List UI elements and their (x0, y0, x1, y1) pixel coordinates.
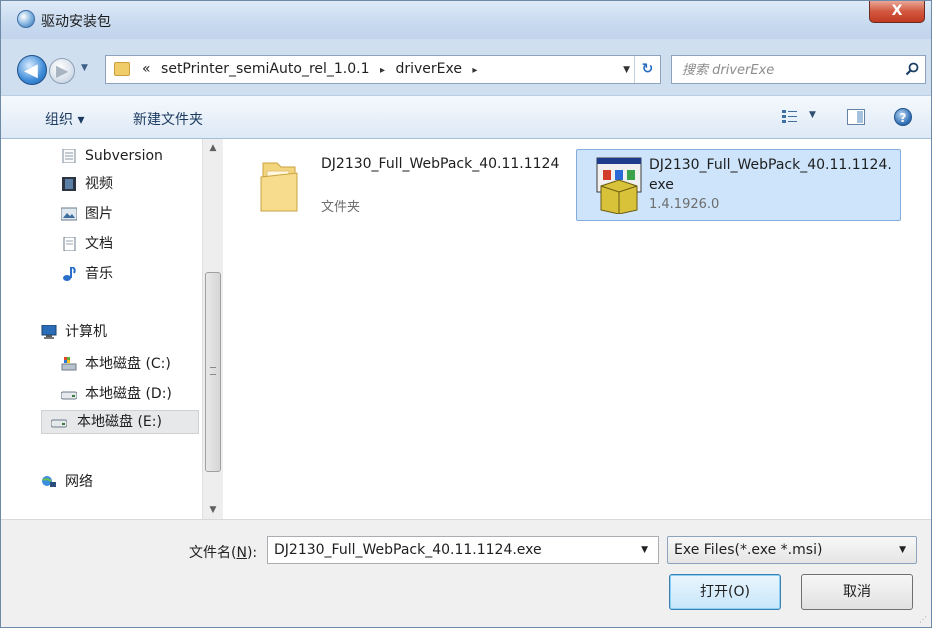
file-item-exe-selected[interactable]: DJ2130_Full_WebPack_40.11.1124.exe 1.4.1… (576, 149, 901, 221)
nav-item-label: 视频 (85, 176, 113, 192)
nav-scrollbar[interactable]: ▲ ▼ (202, 139, 223, 519)
grip-icon (210, 367, 216, 375)
drive-icon (61, 391, 77, 400)
navigation-pane: Subversion 视频 图片 文档 音乐 计算机 本地磁盘 (C:) 本地磁… (1, 139, 223, 519)
footer-panel: 文件名(N): DJ2130_Full_WebPack_40.11.1124.e… (1, 519, 931, 627)
filename-combobox[interactable]: DJ2130_Full_WebPack_40.11.1124.exe ▼ (267, 536, 659, 564)
filename-field[interactable]: DJ2130_Full_WebPack_40.11.1124.exe (274, 542, 542, 558)
computer-icon (41, 325, 57, 339)
nav-item-label: 计算机 (65, 324, 107, 340)
resize-grip-icon[interactable]: ⋰ (919, 615, 929, 625)
back-button[interactable]: ◀ (17, 55, 47, 85)
video-icon (62, 177, 76, 191)
filename-dropdown-icon[interactable]: ▼ (641, 545, 648, 555)
new-folder-button[interactable]: 新建文件夹 (133, 109, 203, 129)
drive-icon (51, 419, 67, 428)
nav-item-label: Subversion (85, 148, 163, 164)
view-list-icon (782, 110, 797, 123)
preview-pane-button[interactable] (847, 109, 865, 125)
file-name: DJ2130_Full_WebPack_40.11.1124 (321, 156, 560, 172)
nav-item-label: 图片 (85, 206, 113, 222)
cancel-button[interactable]: 取消 (801, 574, 913, 610)
forward-button[interactable]: ▶ (49, 58, 75, 84)
filename-accesskey: N (236, 545, 247, 561)
folder-icon (114, 62, 130, 76)
forward-arrow-icon: ▶ (56, 61, 69, 80)
scroll-down-icon[interactable]: ▼ (203, 501, 223, 519)
back-arrow-icon: ◀ (24, 60, 38, 81)
nav-item-label: 本地磁盘 (D:) (85, 386, 172, 402)
file-type: 文件夹 (321, 200, 361, 215)
search-icon[interactable] (905, 62, 919, 76)
search-box[interactable] (671, 55, 926, 84)
nav-item-label: 网络 (65, 474, 93, 490)
view-options-button[interactable]: ▼ (781, 108, 821, 128)
open-button[interactable]: 打开(O) (669, 574, 781, 610)
breadcrumb-item[interactable]: setPrinter_semiAuto_rel_1.0.1 (161, 61, 369, 77)
system-drive-icon (61, 357, 77, 371)
breadcrumb-item[interactable]: driverExe (395, 61, 462, 77)
refresh-button[interactable]: ↻ (634, 56, 660, 83)
breadcrumb-separator-icon[interactable]: ▸ (472, 65, 477, 76)
pictures-icon (61, 207, 77, 221)
navigation-row: ◀ ▶ ▼ « setPrinter_semiAuto_rel_1.0.1 ▸ … (1, 39, 931, 95)
command-bar: 组织 ▾ 新建文件夹 ▼ ? (1, 95, 931, 139)
help-icon[interactable]: ? (894, 108, 912, 126)
organize-menu[interactable]: 组织 ▾ (45, 109, 84, 129)
file-list: DJ2130_Full_WebPack_40.11.1124 文件夹 DJ213… (223, 139, 931, 519)
scroll-up-icon[interactable]: ▲ (203, 139, 223, 157)
file-type-filter[interactable]: Exe Files(*.exe *.msi) ▼ (667, 536, 917, 564)
documents-icon (63, 237, 76, 251)
music-icon (63, 267, 76, 281)
breadcrumb-overflow[interactable]: « (142, 61, 151, 77)
app-globe-icon (17, 10, 35, 28)
history-dropdown-icon[interactable]: ▼ (81, 63, 93, 75)
nav-item-label: 音乐 (85, 266, 113, 282)
address-dropdown-icon[interactable]: ▼ (623, 65, 630, 75)
window-title: 驱动安装包 (41, 14, 111, 30)
close-button[interactable]: X (869, 1, 925, 23)
address-bar[interactable]: « setPrinter_semiAuto_rel_1.0.1 ▸ driver… (105, 55, 661, 84)
nav-item-label: 本地磁盘 (E:) (77, 414, 162, 430)
filename-label: 文件名(N): (189, 542, 257, 562)
file-name: DJ2130_Full_WebPack_40.11.1124.exe (649, 157, 892, 193)
scroll-thumb[interactable] (205, 272, 221, 472)
filter-dropdown-icon[interactable]: ▼ (899, 545, 906, 555)
network-icon (42, 476, 56, 487)
nav-item-label: 文档 (85, 236, 113, 252)
subversion-icon (62, 149, 76, 163)
folder-icon (260, 162, 298, 212)
view-dropdown-icon: ▼ (809, 110, 816, 120)
filename-label-text: 文件名( (189, 545, 237, 561)
open-file-dialog: 驱动安装包 X ◀ ▶ ▼ « setPrinter_semiAuto_rel_… (0, 0, 932, 628)
search-input[interactable] (682, 60, 892, 80)
nav-item-drive-e[interactable]: 本地磁盘 (E:) (41, 410, 199, 434)
nav-item-label: 本地磁盘 (C:) (85, 356, 171, 372)
file-version: 1.4.1926.0 (649, 197, 720, 212)
filter-value: Exe Files(*.exe *.msi) (674, 542, 823, 558)
title-bar: 驱动安装包 X (1, 1, 931, 39)
file-item-folder[interactable]: DJ2130_Full_WebPack_40.11.1124 文件夹 (251, 149, 561, 221)
installer-icon (596, 157, 642, 214)
breadcrumb: « setPrinter_semiAuto_rel_1.0.1 ▸ driver… (142, 61, 483, 77)
breadcrumb-separator-icon[interactable]: ▸ (380, 65, 385, 76)
filename-label-text: ): (246, 545, 258, 561)
